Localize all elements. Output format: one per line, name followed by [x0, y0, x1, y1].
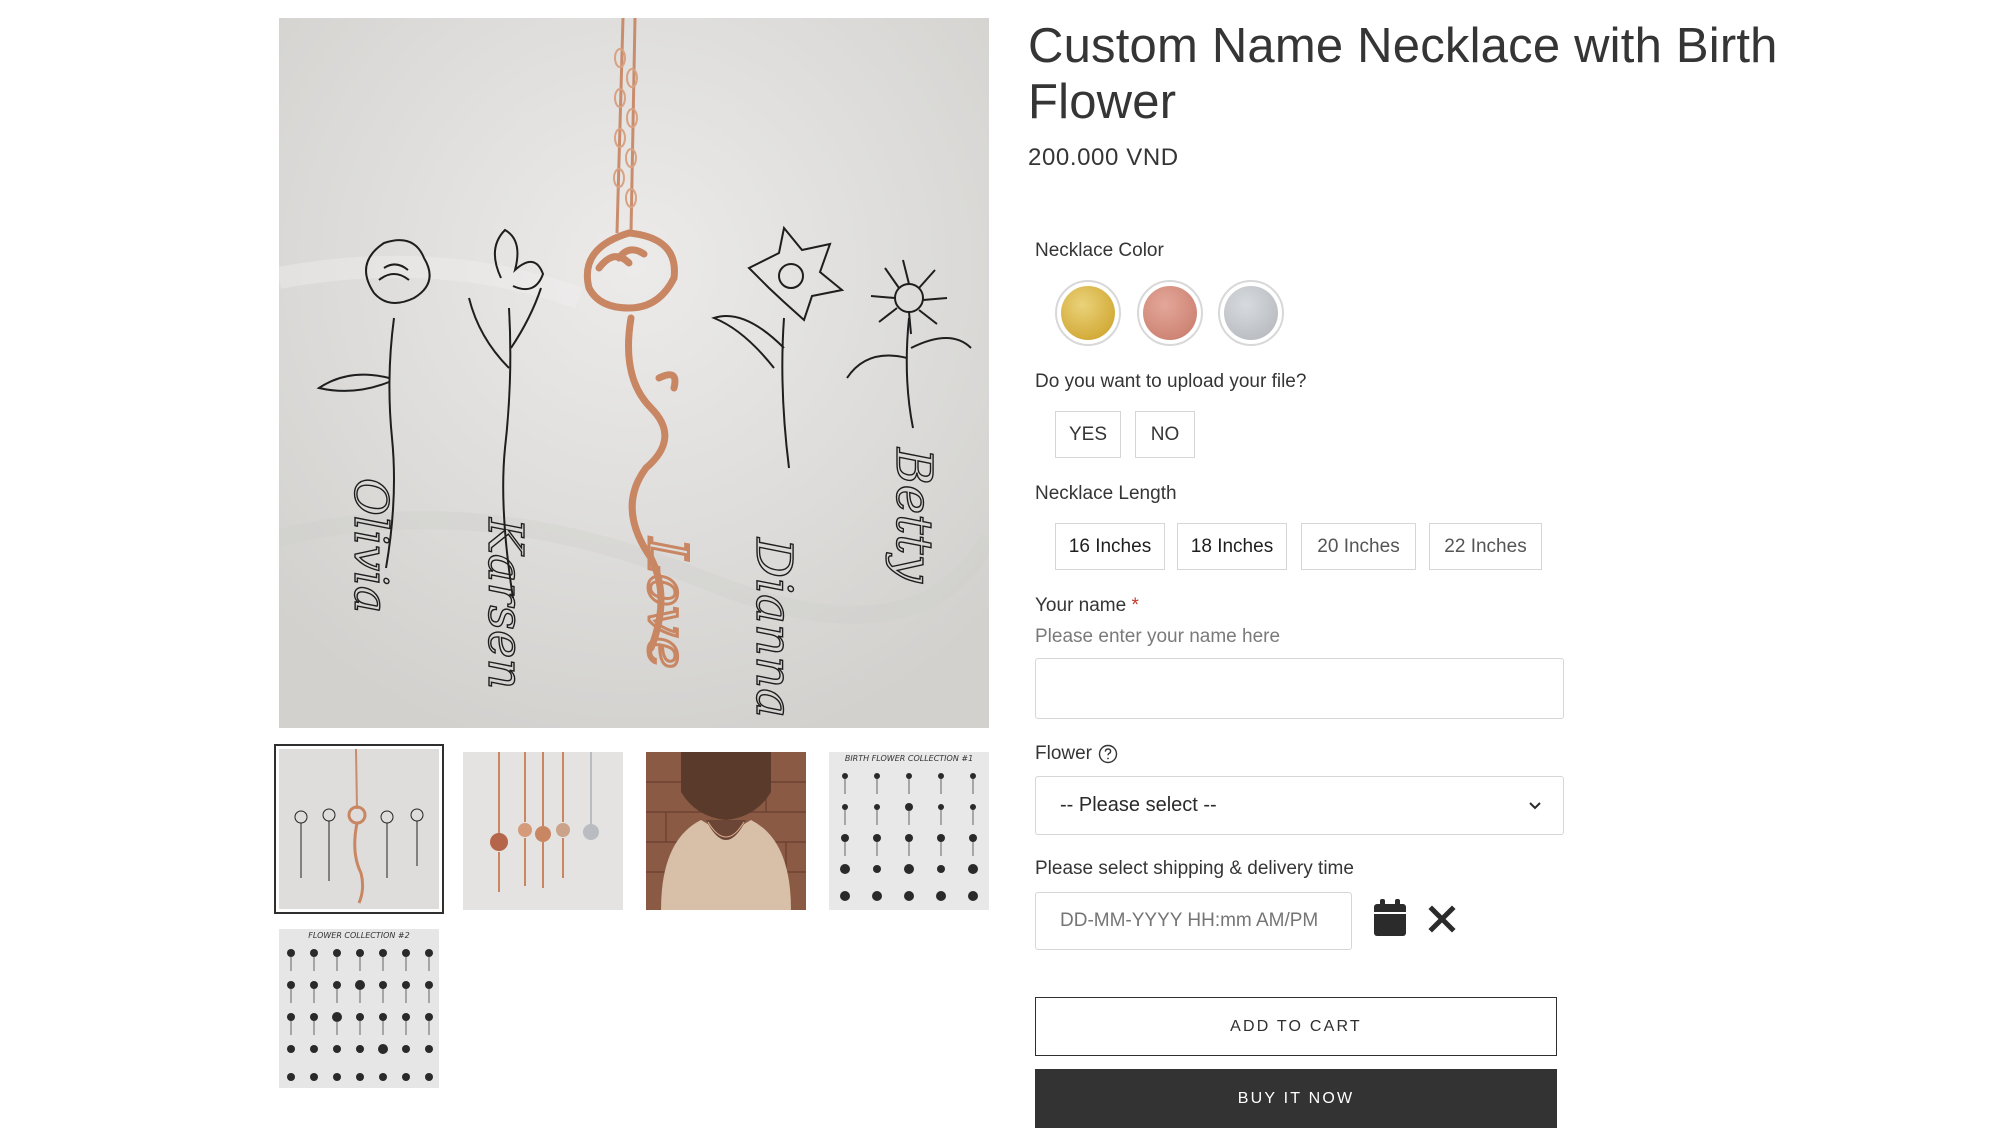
calendar-icon[interactable] — [1372, 898, 1408, 938]
color-label: Necklace Color — [1035, 240, 1164, 261]
collection-1-caption: BIRTH FLOWER COLLECTION #1 — [845, 754, 973, 763]
upload-yes-button[interactable]: YES — [1055, 411, 1121, 458]
svg-text:Betty: Betty — [885, 447, 943, 584]
delivery-date-input[interactable] — [1035, 892, 1352, 950]
name-hint: Please enter your name here — [1035, 626, 1281, 647]
swatch-gold-fill — [1061, 286, 1115, 340]
chevron-down-icon — [1529, 802, 1541, 810]
svg-text:Karsen: Karsen — [477, 517, 533, 689]
flower-select-value: -- Please select -- — [1060, 794, 1217, 816]
thumbnail-necklaces-on-fabric[interactable] — [274, 744, 444, 914]
length-20-button[interactable]: 20 Inches — [1301, 523, 1416, 570]
length-16-button[interactable]: 16 Inches — [1055, 523, 1165, 570]
thumbnail-birth-flower-collection-1[interactable]: BIRTH FLOWER COLLECTION #1 — [829, 752, 989, 910]
flower-label: Flower — [1035, 743, 1093, 764]
collection-2-caption: FLOWER COLLECTION #2 — [308, 931, 409, 940]
upload-no-button[interactable]: NO — [1135, 411, 1195, 458]
name-label-text: Your name — [1035, 595, 1127, 616]
swatch-silver[interactable] — [1218, 280, 1284, 346]
question-circle-icon[interactable] — [1098, 744, 1118, 764]
length-18-button[interactable]: 18 Inches — [1177, 523, 1287, 570]
flower-select[interactable]: -- Please select -- — [1035, 776, 1564, 835]
necklaces-illustration: Olivia Karsen Love Dianna Betty — [279, 18, 989, 728]
svg-text:Love: Love — [636, 537, 699, 669]
thumbnail-birth-flower-collection-2[interactable]: FLOWER COLLECTION #2 — [279, 929, 439, 1088]
required-mark: * — [1131, 595, 1139, 616]
swatch-gold[interactable] — [1055, 280, 1121, 346]
thumbnail-model-wearing-necklace[interactable] — [646, 752, 806, 910]
swatch-rose-gold-fill — [1143, 286, 1197, 340]
swatch-rose-gold[interactable] — [1137, 280, 1203, 346]
product-price: 200.000 VND — [1028, 144, 1179, 171]
length-label: Necklace Length — [1035, 483, 1177, 504]
svg-text:Olivia: Olivia — [344, 478, 398, 613]
thumbnail-image: FLOWER COLLECTION #2 — [279, 929, 439, 1088]
svg-text:Dianna: Dianna — [745, 537, 803, 718]
product-title: Custom Name Necklace with Birth Flower — [1028, 19, 1778, 129]
thumbnail-image: BIRTH FLOWER COLLECTION #1 — [829, 752, 989, 910]
thumbnail-flower-pendants-closeup[interactable] — [463, 752, 623, 910]
buy-now-button[interactable]: BUY IT NOW — [1035, 1069, 1557, 1128]
swatch-silver-fill — [1224, 286, 1278, 340]
name-input[interactable] — [1035, 658, 1564, 719]
product-main-image[interactable]: Olivia Karsen Love Dianna Betty — [279, 18, 989, 728]
add-to-cart-button[interactable]: ADD TO CART — [1035, 997, 1557, 1056]
name-label: Your name * — [1035, 595, 1139, 617]
thumbnail-image — [646, 752, 806, 910]
thumbnail-image — [279, 749, 439, 909]
shipping-label: Please select shipping & delivery time — [1035, 858, 1354, 879]
upload-label: Do you want to upload your file? — [1035, 371, 1307, 392]
thumbnail-image — [463, 752, 623, 910]
length-22-button[interactable]: 22 Inches — [1429, 523, 1542, 570]
close-icon[interactable] — [1428, 905, 1456, 933]
